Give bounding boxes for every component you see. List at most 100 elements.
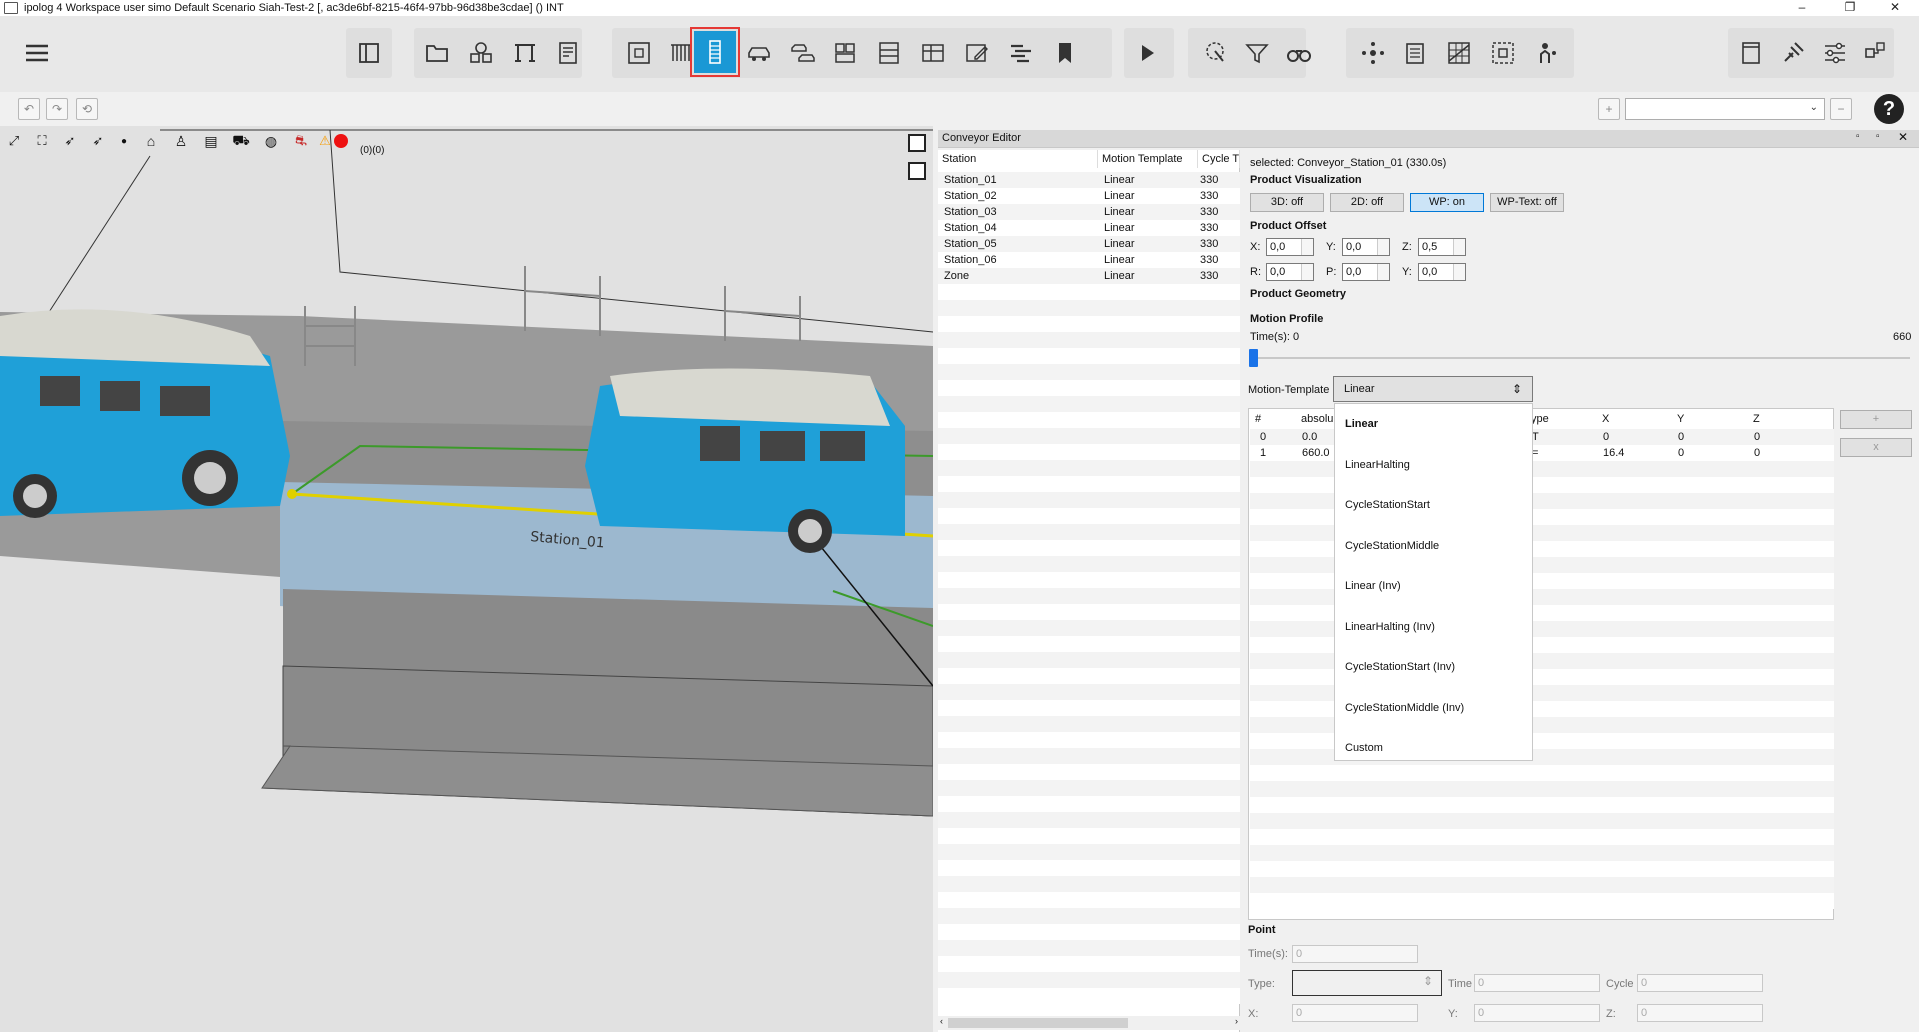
sliders-icon[interactable]: [1816, 34, 1854, 72]
toggle-3d-button[interactable]: 3D: off: [1250, 193, 1324, 212]
remove-view-icon[interactable]: −: [1830, 98, 1852, 120]
close-button[interactable]: ✕: [1875, 0, 1915, 16]
history-icon[interactable]: ⟲: [76, 98, 98, 120]
hall-icon[interactable]: [506, 34, 544, 72]
frame-icon[interactable]: [620, 34, 658, 72]
menu-icon[interactable]: [18, 34, 56, 72]
point-type-select[interactable]: ⇕: [1292, 970, 1442, 996]
scroll-right-icon[interactable]: ›: [1235, 1016, 1238, 1026]
pointer-icon[interactable]: ➶: [56, 133, 84, 149]
point-time2-input[interactable]: 0: [1474, 974, 1600, 992]
col-station[interactable]: Station: [938, 150, 1098, 168]
maximize-button[interactable]: ❐: [1830, 0, 1870, 16]
conveyor-tool-icon[interactable]: [690, 27, 740, 77]
time-slider-track[interactable]: [1250, 357, 1910, 359]
worker-icon[interactable]: [1528, 34, 1566, 72]
template-option[interactable]: LinearHalting: [1345, 445, 1525, 485]
redo-icon[interactable]: ↷: [46, 98, 68, 120]
grid-icon[interactable]: [826, 34, 864, 72]
offset-yaw-input[interactable]: 0,0: [1418, 263, 1466, 281]
undo-icon[interactable]: ↶: [18, 98, 40, 120]
compass-icon[interactable]: ◍: [256, 133, 286, 150]
template-option[interactable]: Linear: [1345, 404, 1525, 444]
point-x-input[interactable]: 0: [1292, 1004, 1418, 1022]
cars-icon[interactable]: [784, 34, 822, 72]
shelf-icon[interactable]: [870, 34, 908, 72]
save-view-alt-icon[interactable]: [908, 162, 926, 180]
panel-icon[interactable]: [1732, 34, 1770, 72]
offset-x-input[interactable]: 0,0: [1266, 238, 1314, 256]
station-row[interactable]: Zone Linear 330: [938, 268, 1240, 284]
template-option[interactable]: CycleStationMiddle (Inv): [1345, 688, 1525, 728]
dot-icon[interactable]: ●: [112, 136, 136, 147]
conveyor-small-icon[interactable]: ⛐: [286, 132, 316, 151]
float-icon[interactable]: ▫: [1876, 131, 1880, 142]
warning-icon[interactable]: ⚠: [316, 133, 334, 149]
point-z-input[interactable]: 0: [1637, 1004, 1763, 1022]
zoom-extents-icon[interactable]: ⛶: [28, 133, 56, 149]
chart-grid-icon[interactable]: [1440, 34, 1478, 72]
toggle-2d-button[interactable]: 2D: off: [1330, 193, 1404, 212]
help-icon[interactable]: ?: [1874, 94, 1904, 124]
fit-view-icon[interactable]: ⤢: [0, 133, 28, 149]
toggle-wp-button[interactable]: WP: on: [1410, 193, 1484, 212]
table-icon[interactable]: [914, 34, 952, 72]
pointer-alt-icon[interactable]: ➶: [84, 133, 112, 149]
add-point-button[interactable]: +: [1840, 410, 1912, 429]
dock-icon[interactable]: ▫: [1856, 131, 1860, 142]
play-icon[interactable]: [1128, 34, 1166, 72]
minimize-button[interactable]: –: [1782, 0, 1822, 16]
factory-icon[interactable]: ⌂: [136, 133, 166, 149]
horizontal-scrollbar[interactable]: ‹ ›: [938, 1016, 1240, 1030]
save-view-icon[interactable]: [908, 134, 926, 152]
car-small-icon[interactable]: ⛟: [226, 132, 256, 151]
station-row[interactable]: Station_01 Linear 330: [938, 172, 1240, 188]
station-row[interactable]: Station_06 Linear 330: [938, 252, 1240, 268]
edit-icon[interactable]: [958, 34, 996, 72]
offset-p-input[interactable]: 0,0: [1342, 263, 1390, 281]
toggle-wp-text-button[interactable]: WP-Text: off: [1490, 193, 1564, 212]
car-icon[interactable]: [740, 34, 778, 72]
template-option[interactable]: LinearHalting (Inv): [1345, 607, 1525, 647]
template-option[interactable]: Linear (Inv): [1345, 566, 1525, 606]
network-icon[interactable]: [1354, 34, 1392, 72]
add-view-icon[interactable]: +: [1598, 98, 1620, 120]
remove-point-button[interactable]: x: [1840, 438, 1912, 457]
motion-template-select[interactable]: Linear ⇕: [1333, 376, 1533, 402]
point-time-input[interactable]: 0: [1292, 945, 1418, 963]
offset-y-input[interactable]: 0,0: [1342, 238, 1390, 256]
objects-icon[interactable]: [462, 34, 500, 72]
offset-r-input[interactable]: 0,0: [1266, 263, 1314, 281]
point-y-input[interactable]: 0: [1474, 1004, 1600, 1022]
editor-close-icon[interactable]: ✕: [1898, 130, 1908, 144]
cursor-select-icon[interactable]: [1196, 34, 1234, 72]
station-row[interactable]: Station_05 Linear 330: [938, 236, 1240, 252]
template-option[interactable]: CycleStationStart: [1345, 485, 1525, 525]
plug-icon[interactable]: [1774, 34, 1812, 72]
bookmark-icon[interactable]: [1046, 34, 1084, 72]
offset-z-input[interactable]: 0,5: [1418, 238, 1466, 256]
station-row[interactable]: Station_03 Linear 330: [938, 204, 1240, 220]
viewport-3d[interactable]: Station_01: [0, 126, 933, 1032]
template-option[interactable]: CycleStationMiddle: [1345, 526, 1525, 566]
focus-icon[interactable]: [1484, 34, 1522, 72]
station-row[interactable]: Station_04 Linear 330: [938, 220, 1240, 236]
gantt-icon[interactable]: [1002, 34, 1040, 72]
col-motion-template[interactable]: Motion Template: [1098, 150, 1198, 168]
time-slider-handle[interactable]: [1249, 349, 1258, 367]
col-cycle-time[interactable]: Cycle Tir: [1198, 150, 1240, 168]
point-cycle-input[interactable]: 0: [1637, 974, 1763, 992]
rack-small-icon[interactable]: ▤: [196, 133, 226, 150]
layout-panel-icon[interactable]: [350, 34, 388, 72]
template-option[interactable]: CycleStationStart (Inv): [1345, 647, 1525, 687]
filter-icon[interactable]: [1238, 34, 1276, 72]
scroll-left-icon[interactable]: ‹: [940, 1016, 943, 1026]
clipboard-icon[interactable]: [1396, 34, 1434, 72]
hierarchy-icon[interactable]: [1856, 34, 1894, 72]
worker-small-icon[interactable]: ♙: [166, 133, 196, 150]
view-select[interactable]: ⌄: [1625, 98, 1825, 120]
error-icon[interactable]: [334, 134, 348, 148]
station-row[interactable]: Station_02 Linear 330: [938, 188, 1240, 204]
template-option[interactable]: Custom: [1345, 728, 1525, 768]
report-icon[interactable]: [550, 34, 588, 72]
